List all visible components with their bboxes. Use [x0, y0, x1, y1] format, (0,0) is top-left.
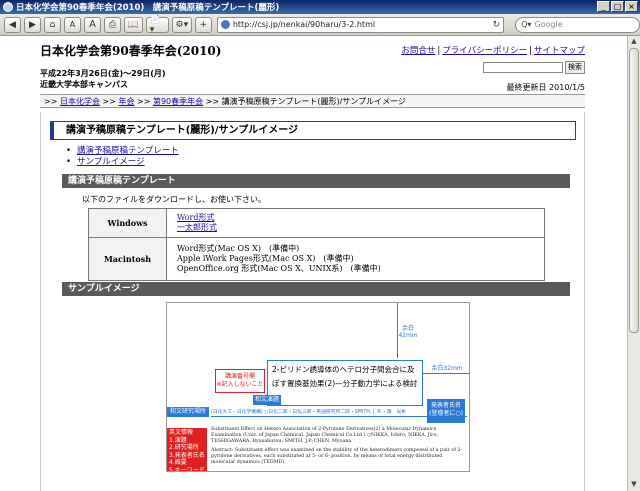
os-cell: Macintosh — [88, 237, 167, 281]
breadcrumb-item[interactable]: 日本化学会 — [60, 97, 100, 106]
sample-image: 余白 42mm 余白32mm 講演番号欄 ※記入しないこと 2-ピリドン誘導体の… — [166, 302, 470, 472]
sample-authors: (日化大工・日化学機構) ○日化二郎・日化三郎・英語研究所二郎・SMITH, J… — [211, 410, 407, 415]
page-toc: 講演予稿原稿テンプレート サンプルイメージ — [66, 146, 179, 168]
japanese-title-tag: 和文演題 — [253, 395, 282, 405]
reload-icon[interactable]: ↻ — [493, 20, 501, 30]
page-title: 講演予稿原稿テンプレート(麗形)/サンプルイメージ — [50, 121, 576, 140]
privacy-link[interactable]: プライバシーポリシー — [442, 46, 527, 56]
add-bookmark-button[interactable]: + — [194, 16, 212, 33]
files-cell: Word形式(Mac OS X) (準備中) Apple iWork Pages… — [166, 237, 545, 281]
table-row: Windows Word形式 一太郎形式 — [88, 208, 545, 238]
intro-text: 以下のファイルをダウンロードし、お使い下さい。 — [82, 195, 266, 204]
breadcrumb-sep: >> — [137, 97, 151, 106]
download-table: Windows Word形式 一太郎形式 Macintosh Word形式(Ma… — [88, 208, 545, 281]
breadcrumb-sep: >> — [102, 97, 116, 106]
toc-link-template[interactable]: 講演予稿原稿テンプレート — [77, 146, 179, 156]
window-controls: _ □ × — [597, 1, 638, 12]
site-search-input[interactable] — [483, 62, 563, 73]
file-entry: OpenOffice.org 形式(Mac OS X、UNIX系) (準備中) — [177, 264, 381, 273]
last-updated: 最終更新日 2010/1/5 — [506, 83, 585, 92]
download-link[interactable]: Word形式 — [177, 213, 214, 222]
scroll-down-icon[interactable]: ▼ — [629, 480, 639, 490]
file-entry: Word形式(Mac OS X) (準備中) — [177, 244, 300, 253]
forward-button[interactable]: ▶ — [24, 16, 41, 33]
breadcrumb-item[interactable]: 年会 — [118, 97, 134, 106]
text-smaller-button[interactable]: A — [64, 16, 81, 33]
sample-english-title: Substituent Effect on Hetero Association… — [211, 427, 438, 444]
margin-guide-line — [423, 373, 469, 374]
breadcrumb-sep: >> — [205, 97, 220, 106]
search-placeholder: Google — [534, 20, 563, 29]
browser-toolbar: ◀ ▶ ⌂ A A ⎙ 📖 📄▾ ⚙▾ + http://csj.jp/nenk… — [0, 14, 640, 36]
sitemap-link[interactable]: サイトマップ — [534, 46, 585, 56]
lecture-number-box: 講演番号欄 ※記入しないこと — [215, 369, 265, 393]
address-bar[interactable]: http://csj.jp/nenkai/90haru/3-2.html ↻ — [216, 16, 505, 33]
event-date: 平成22年3月26日(金)～29日(月) — [40, 69, 166, 78]
minimize-button[interactable]: _ — [597, 1, 610, 12]
presenter-box: 発表者氏名 (登壇者に○) — [427, 399, 465, 423]
table-row: Macintosh Word形式(Mac OS X) (準備中) Apple i… — [88, 237, 545, 281]
maximize-button[interactable]: □ — [611, 1, 624, 12]
section-heading-template: 講演予稿原稿テンプレート — [62, 174, 570, 188]
search-field[interactable]: Q▾ Google — [515, 16, 640, 33]
close-button[interactable]: × — [625, 1, 638, 12]
link-separator: | — [529, 46, 532, 56]
page-viewport: 日本化学会第90春季年会(2010) 平成22年3月26日(金)～29日(月) … — [0, 36, 627, 491]
breadcrumb-current: 講演予稿原稿テンプレート(麗形)/サンプルイメージ — [221, 97, 406, 106]
section-heading-sample: サンプルイメージ — [62, 282, 570, 296]
window-title: 日本化学会第90春季年会(2010) 講演予稿原稿テンプレート(麗形) — [16, 3, 280, 13]
sample-body: Substituent Effect on Hetero Association… — [211, 427, 467, 466]
favicon-icon — [220, 20, 230, 29]
os-cell: Windows — [88, 208, 167, 238]
bookmarks-button[interactable]: 📖 — [124, 16, 143, 33]
vertical-scrollbar[interactable]: ▲ ▼ — [627, 36, 640, 491]
site-search-button[interactable]: 検索 — [565, 61, 585, 74]
back-button[interactable]: ◀ — [4, 16, 21, 33]
print-button[interactable]: ⎙ — [104, 16, 121, 33]
breadcrumb-sep: >> — [44, 97, 58, 106]
home-button[interactable]: ⌂ — [44, 16, 61, 33]
files-cell: Word形式 一太郎形式 — [166, 208, 545, 238]
contact-link[interactable]: お問合せ — [401, 46, 435, 56]
text-larger-button[interactable]: A — [84, 16, 101, 33]
top-margin-label: 余白 42mm — [398, 325, 418, 339]
breadcrumb-item[interactable]: 第90春季年会 — [153, 97, 203, 106]
toc-link-sample[interactable]: サンプルイメージ — [77, 157, 145, 167]
download-link[interactable]: 一太郎形式 — [177, 223, 217, 232]
tools-menu-button[interactable]: ⚙▾ — [171, 16, 192, 33]
event-info: 平成22年3月26日(金)～29日(月) 近畿大学本部キャンパス — [40, 68, 166, 90]
page-menu-button[interactable]: 📄▾ — [145, 15, 169, 35]
breadcrumb: >> 日本化学会 >> 年会 >> 第90春季年会 >> 講演予稿原稿テンプレー… — [40, 94, 585, 108]
sample-abstract: Abstract: Substituent effect was examine… — [211, 448, 463, 465]
address-text[interactable]: http://csj.jp/nenkai/90haru/3-2.html — [233, 20, 493, 29]
sample-title-box: 2-ピリドン誘導体のヘテロ分子間会合に及ぼす置換基効果(2)—分子動力学による検… — [267, 360, 423, 406]
window-title-bar: 日本化学会第90春季年会(2010) 講演予稿原稿テンプレート(麗形) _ □ … — [0, 0, 640, 14]
research-place-tag: 和文研究場所 — [167, 407, 210, 417]
search-icon[interactable]: Q▾ — [521, 20, 531, 29]
scrollbar-thumb[interactable] — [629, 48, 639, 333]
scroll-up-icon[interactable]: ▲ — [629, 37, 639, 47]
link-separator: | — [437, 46, 441, 56]
site-title: 日本化学会第90春季年会(2010) — [40, 44, 222, 58]
top-links: お問合せ | プライバシーポリシー | サイトマップ — [401, 44, 585, 56]
toc-item: サンプルイメージ — [66, 157, 179, 168]
event-venue: 近畿大学本部キャンパス — [40, 80, 128, 89]
right-margin-label: 余白32mm — [431, 365, 463, 372]
english-info-tag: 英文情報 1.演題 2.研究場所 3.発表者氏名 4.概要 5.キーワード — [167, 428, 207, 471]
file-entry: Apple iWork Pages形式(Mac OS X) (準備中) — [177, 254, 354, 263]
browser-icon — [3, 2, 13, 12]
toc-item: 講演予稿原稿テンプレート — [66, 146, 179, 157]
